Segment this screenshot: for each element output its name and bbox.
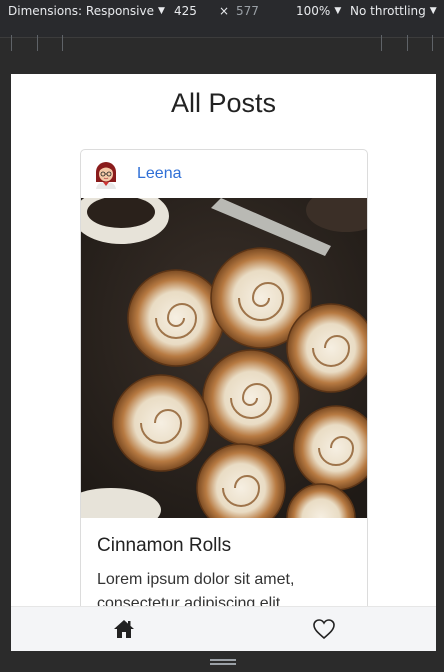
dimensions-dropdown[interactable]: Dimensions: Responsive ▼ (8, 4, 165, 18)
ruler-tick (407, 35, 408, 51)
home-icon[interactable] (111, 617, 137, 641)
dimensions-label: Dimensions: Responsive (8, 4, 154, 18)
post-card[interactable]: Leena Cinnamon Rolls Lorem ipsum dolor s… (80, 149, 368, 651)
width-value: 425 (174, 4, 197, 18)
bottom-nav (11, 606, 436, 651)
ruler-tick (62, 35, 63, 51)
throttling-label: No throttling (350, 4, 426, 18)
heart-icon[interactable] (311, 617, 337, 641)
chevron-down-icon: ▼ (334, 6, 342, 16)
times-symbol: × (219, 4, 230, 18)
author-name-link[interactable]: Leena (137, 165, 182, 183)
avatar[interactable] (93, 161, 119, 189)
media-query-ruler[interactable] (0, 22, 444, 51)
chevron-down-icon: ▼ (157, 6, 165, 16)
dimension-separator: × (219, 4, 229, 18)
throttling-dropdown[interactable]: No throttling ▼ (350, 4, 437, 18)
height-input[interactable]: 577 (236, 4, 259, 18)
devtools-toolbar-row: Dimensions: Responsive ▼ 425 × 577 100% … (0, 0, 444, 22)
devtools-toolbar: Dimensions: Responsive ▼ 425 × 577 100% … (0, 0, 444, 51)
zoom-label: 100% (296, 4, 331, 18)
resize-handle[interactable] (210, 659, 236, 667)
width-input[interactable]: 425 (174, 4, 197, 18)
post-image (81, 198, 367, 518)
ruler-tick (11, 35, 12, 51)
ruler-tick (432, 35, 433, 51)
resize-handle-line (210, 659, 236, 661)
post-header: Leena (81, 150, 367, 198)
page-title: All Posts (170, 88, 277, 118)
device-viewport: All Posts Leena Cinnamon Rolls Lorem ips… (11, 74, 436, 651)
chevron-down-icon: ▼ (429, 6, 437, 16)
post-title: Cinnamon Rolls (97, 535, 232, 556)
zoom-dropdown[interactable]: 100% ▼ (296, 4, 341, 18)
height-value: 577 (236, 4, 259, 18)
ruler-tick (37, 35, 38, 51)
resize-handle-line (210, 663, 236, 665)
ruler-tick (381, 35, 382, 51)
